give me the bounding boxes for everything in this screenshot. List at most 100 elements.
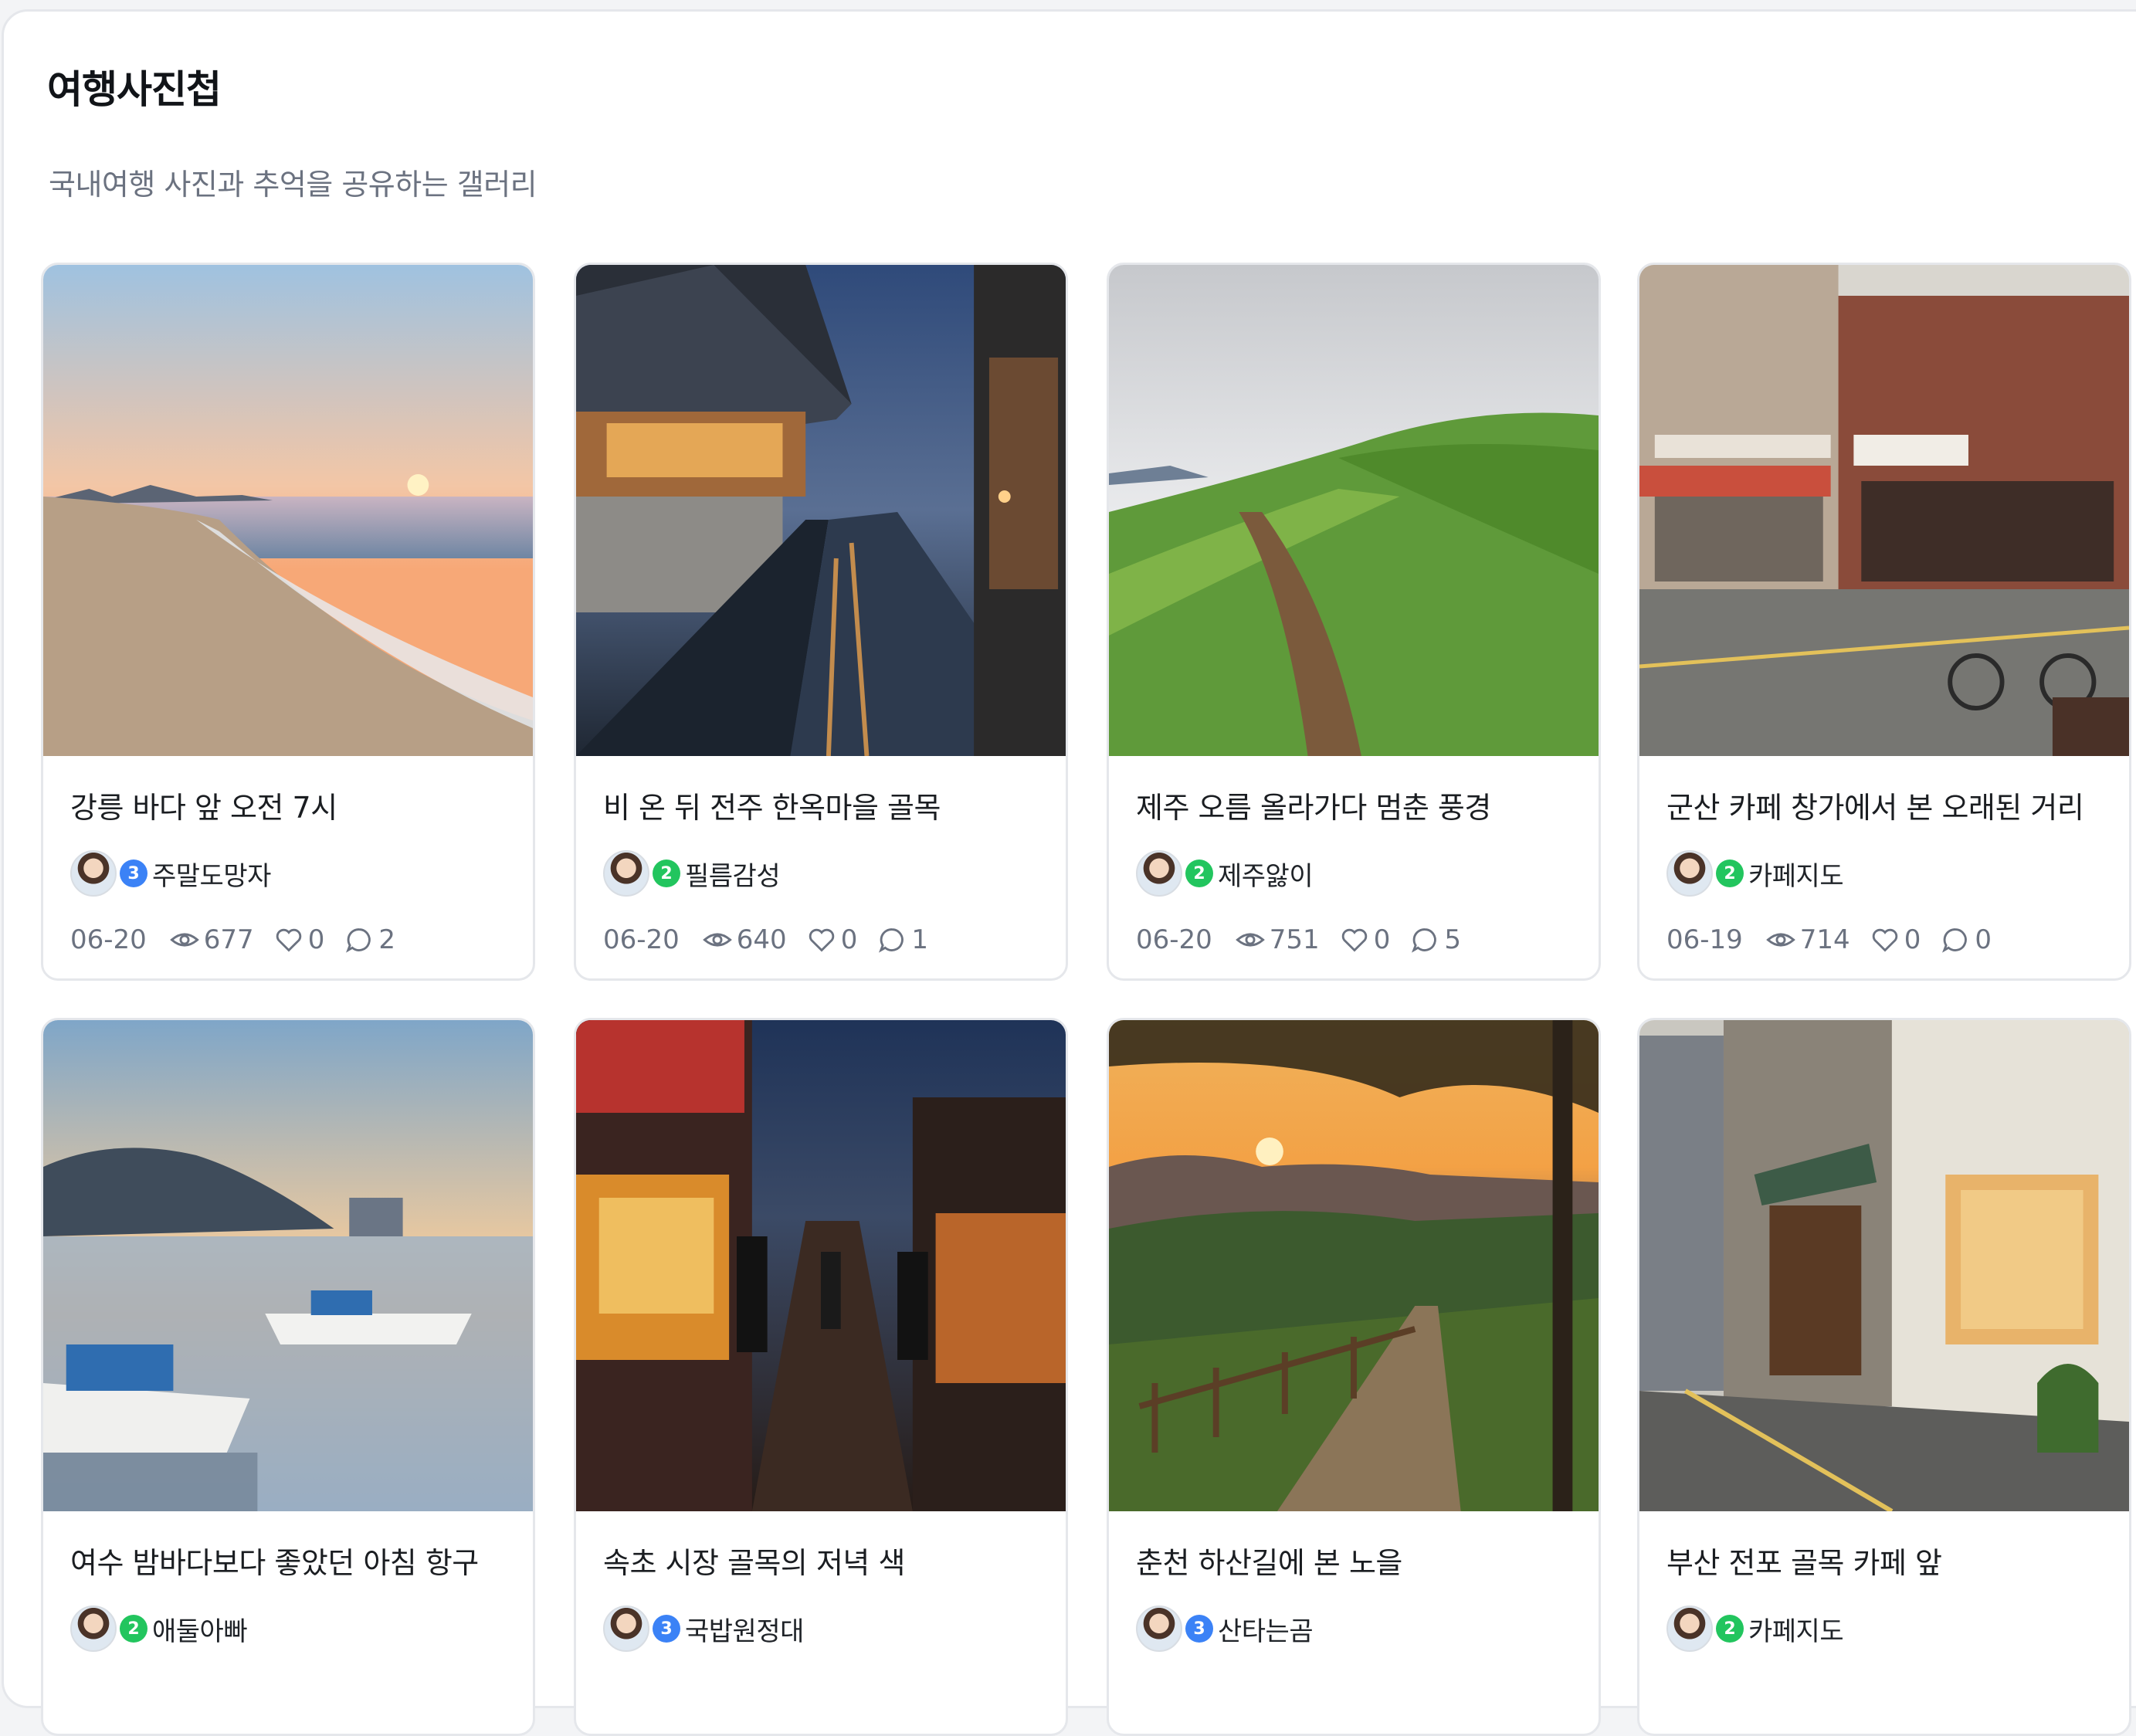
photo-card[interactable]: 여수 밤바다보다 좋았던 아침 항구 2 애둘아빠 <box>41 1018 535 1736</box>
post-title[interactable]: 비 온 뒤 전주 한옥마을 골목 <box>603 784 941 826</box>
author-info[interactable]: 3 주말도망자 <box>70 849 271 897</box>
post-title[interactable]: 제주 오름 올라가다 멈춘 풍경 <box>1136 784 1491 826</box>
comment-icon <box>1412 928 1437 953</box>
view-count-value: 640 <box>736 924 787 955</box>
view-count: 751 <box>1235 924 1320 955</box>
photo-card[interactable]: 강릉 바다 앞 오전 7시 3 주말도망자 06-20 677 0 2 <box>41 263 535 981</box>
post-date: 06-19 <box>1666 924 1743 955</box>
post-date: 06-20 <box>603 924 680 955</box>
eye-icon <box>169 933 199 947</box>
heart-icon <box>809 928 834 952</box>
photo-card[interactable]: 속초 시장 골목의 저녁 색 3 국밥원정대 <box>574 1018 1068 1736</box>
level-badge: 2 <box>120 1615 147 1643</box>
author-name[interactable]: 주말도망자 <box>152 855 271 893</box>
post-title[interactable]: 강릉 바다 앞 오전 7시 <box>70 784 337 826</box>
post-title[interactable]: 군산 카페 창가에서 본 오래된 거리 <box>1666 784 2084 826</box>
level-badge: 3 <box>120 860 147 887</box>
view-count-value: 677 <box>203 924 254 955</box>
photo-card[interactable]: 군산 카페 창가에서 본 오래된 거리 2 카페지도 06-19 714 0 0 <box>1637 263 2131 981</box>
avatar[interactable] <box>603 850 649 897</box>
post-title[interactable]: 춘천 하산길에 본 노을 <box>1136 1539 1402 1582</box>
like-count-value: 0 <box>1904 924 1921 955</box>
author-info[interactable]: 3 산타는곰 <box>1136 1605 1314 1653</box>
author-info[interactable]: 2 제주앓이 <box>1136 849 1314 897</box>
heart-icon <box>276 928 301 952</box>
author-name[interactable]: 제주앓이 <box>1218 855 1314 893</box>
level-badge: 2 <box>1716 1615 1744 1643</box>
photo-card[interactable]: 부산 전포 골목 카페 앞 2 카페지도 <box>1637 1018 2131 1736</box>
post-title[interactable]: 속초 시장 골목의 저녁 색 <box>603 1539 905 1582</box>
photo-card[interactable]: 비 온 뒤 전주 한옥마을 골목 2 필름감성 06-20 640 0 1 <box>574 263 1068 981</box>
comment-count[interactable]: 5 <box>1410 924 1461 955</box>
heart-icon <box>1872 928 1897 952</box>
author-name[interactable]: 국밥원정대 <box>685 1610 804 1648</box>
photo-thumbnail[interactable] <box>43 265 533 756</box>
level-badge: 2 <box>653 860 680 887</box>
comment-count-value: 2 <box>378 924 395 955</box>
post-title[interactable]: 여수 밤바다보다 좋았던 아침 항구 <box>70 1539 479 1582</box>
author-info[interactable]: 2 카페지도 <box>1666 1605 1844 1653</box>
eye-icon <box>1765 933 1795 947</box>
comment-icon <box>346 928 371 953</box>
photo-thumbnail[interactable] <box>43 1020 533 1511</box>
like-count[interactable]: 0 <box>1870 924 1921 955</box>
level-badge: 2 <box>1716 860 1744 887</box>
author-name[interactable]: 카페지도 <box>1748 855 1844 893</box>
like-count[interactable]: 0 <box>807 924 858 955</box>
avatar[interactable] <box>70 1605 117 1652</box>
photo-card[interactable]: 제주 오름 올라가다 멈춘 풍경 2 제주앓이 06-20 751 0 5 <box>1107 263 1601 981</box>
heart-icon <box>1341 928 1367 952</box>
comment-count-value: 1 <box>911 924 928 955</box>
author-info[interactable]: 2 애둘아빠 <box>70 1605 248 1653</box>
comment-icon <box>879 928 904 953</box>
photo-thumbnail[interactable] <box>1639 265 2129 756</box>
post-meta: 06-20 751 0 5 <box>1136 921 1481 958</box>
author-info[interactable]: 2 필름감성 <box>603 849 781 897</box>
avatar[interactable] <box>1666 850 1713 897</box>
author-name[interactable]: 필름감성 <box>685 855 781 893</box>
photo-thumbnail[interactable] <box>576 265 1066 756</box>
author-name[interactable]: 애둘아빠 <box>152 1610 248 1648</box>
post-meta: 06-19 714 0 0 <box>1666 921 2012 958</box>
post-date: 06-20 <box>70 924 147 955</box>
like-count-value: 0 <box>307 924 325 955</box>
level-badge: 2 <box>1185 860 1213 887</box>
photo-grid: 강릉 바다 앞 오전 7시 3 주말도망자 06-20 677 0 2 비 온 … <box>0 0 2136 1736</box>
comment-count[interactable]: 2 <box>344 924 395 955</box>
photo-thumbnail[interactable] <box>1639 1020 2129 1511</box>
level-badge: 3 <box>1185 1615 1213 1643</box>
eye-icon <box>702 933 732 947</box>
view-count-value: 714 <box>1799 924 1850 955</box>
like-count-value: 0 <box>840 924 858 955</box>
photo-card[interactable]: 춘천 하산길에 본 노을 3 산타는곰 <box>1107 1018 1601 1736</box>
level-badge: 3 <box>653 1615 680 1643</box>
author-info[interactable]: 2 카페지도 <box>1666 849 1844 897</box>
comment-icon <box>1942 928 1968 953</box>
comment-count-value: 0 <box>1975 924 1992 955</box>
comment-count[interactable]: 0 <box>1941 924 1992 955</box>
photo-thumbnail[interactable] <box>1109 1020 1599 1511</box>
view-count: 640 <box>702 924 787 955</box>
comment-count-value: 5 <box>1444 924 1461 955</box>
post-meta: 06-20 640 0 1 <box>603 921 948 958</box>
post-title[interactable]: 부산 전포 골목 카페 앞 <box>1666 1539 1942 1582</box>
avatar[interactable] <box>1136 850 1182 897</box>
like-count[interactable]: 0 <box>1340 924 1391 955</box>
view-count: 677 <box>169 924 254 955</box>
post-meta: 06-20 677 0 2 <box>70 921 415 958</box>
avatar[interactable] <box>1666 1605 1713 1652</box>
avatar[interactable] <box>603 1605 649 1652</box>
like-count[interactable]: 0 <box>274 924 325 955</box>
view-count: 714 <box>1765 924 1850 955</box>
comment-count[interactable]: 1 <box>877 924 928 955</box>
author-info[interactable]: 3 국밥원정대 <box>603 1605 804 1653</box>
like-count-value: 0 <box>1373 924 1391 955</box>
avatar[interactable] <box>1136 1605 1182 1652</box>
author-name[interactable]: 산타는곰 <box>1218 1610 1314 1648</box>
view-count-value: 751 <box>1269 924 1320 955</box>
avatar[interactable] <box>70 850 117 897</box>
photo-thumbnail[interactable] <box>1109 265 1599 756</box>
photo-thumbnail[interactable] <box>576 1020 1066 1511</box>
eye-icon <box>1235 933 1265 947</box>
author-name[interactable]: 카페지도 <box>1748 1610 1844 1648</box>
